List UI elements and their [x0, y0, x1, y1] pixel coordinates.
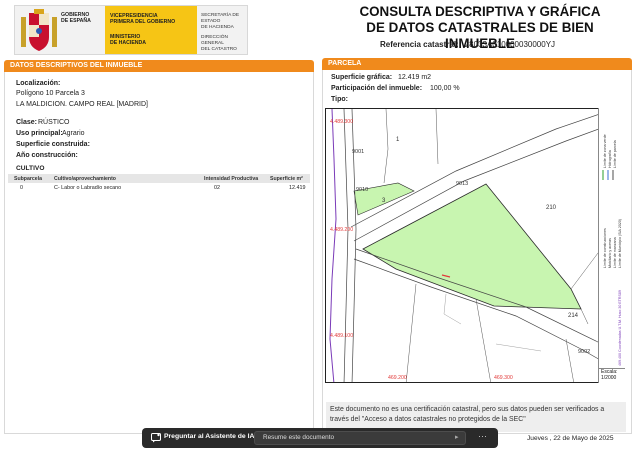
- cultivo-title: CULTIVO: [16, 165, 45, 172]
- parcel-number-1: 1: [396, 137, 400, 143]
- legend-item-parcela: Límite de parcela: [613, 140, 617, 168]
- superficie-grafica-label: Superficie gráfica:: [331, 74, 393, 81]
- localizacion-line1: Polígono 10 Parcela 3: [16, 90, 85, 97]
- cadastral-map[interactable]: 4.489.300 4.489.200 4.489.100 469.200 46…: [325, 108, 625, 383]
- parcel-number-210: 210: [546, 205, 557, 211]
- legend-item-coordenadas: 469.400 Coordenadas U.T.M. Huso 30 ETRS8…: [618, 290, 622, 366]
- clase-label: Clase:: [16, 119, 38, 126]
- legend-item-zona-verde: Límite de zona verde: [603, 134, 607, 168]
- section-parcela-header: PARCELA: [322, 58, 632, 70]
- coord-label-bottom-2: 469.300: [494, 375, 513, 381]
- legend-item-hidrografia: Hidrografía: [608, 150, 612, 168]
- coord-label-mid: 4.489.200: [330, 227, 353, 233]
- secretaria-label: SECRETARÍA DE ESTADO DE HACIENDA DIRECCI…: [201, 13, 240, 52]
- coat-of-arms-icon: [21, 9, 57, 51]
- legend-item-municipio: Límite de Municipio (SIA 2020): [618, 219, 622, 268]
- superficie-grafica-value: 12.419 m2: [398, 74, 432, 81]
- anio-construccion-label: Año construcción:: [16, 152, 78, 159]
- table-row: 0 C- Labor o Labradío secano 02 12.419: [8, 183, 310, 192]
- parcel-number-214: 214: [568, 313, 579, 319]
- map-drawing: 4.489.300 4.489.200 4.489.100 469.200 46…: [329, 109, 624, 382]
- cadastral-reference: Referencia catastral: 28033A010000030000Y…: [380, 40, 556, 49]
- map-legend: Límite de zona verde Hidrografía Límite …: [598, 108, 625, 370]
- gobierno-label: GOBIERNO DE ESPAÑA: [61, 12, 91, 25]
- coord-label-low: 4.489.100: [330, 333, 353, 339]
- legend-item-mobiliario: Mobiliario y aceras: [608, 238, 612, 268]
- col-cultivo: Cultivo/aprovechamiento: [54, 175, 116, 182]
- cell-subparcela: 0: [20, 184, 23, 191]
- superficie-construida-label: Superficie construida:: [16, 141, 90, 148]
- map-scale: Escala: 1/2000: [598, 368, 625, 383]
- parcel-number-9002: 9002: [578, 349, 590, 355]
- col-subparcela: Subparcela: [14, 175, 42, 182]
- localizacion-label: Localización:: [16, 80, 61, 87]
- parcel-number-9013: 9013: [456, 181, 468, 187]
- col-superficie: Superficie m²: [270, 175, 303, 182]
- more-options-icon[interactable]: ···: [478, 431, 487, 441]
- document-header: GOBIERNO DE ESPAÑA VICEPRESIDENCIA PRIME…: [0, 0, 640, 58]
- participacion-value: 100,00 %: [430, 85, 460, 92]
- col-intensidad: Intensidad Productiva: [204, 175, 259, 182]
- ai-assistant-bar[interactable]: Preguntar al Asistente de IA Resume este…: [142, 428, 498, 448]
- cultivo-table-header: Subparcela Cultivo/aprovechamiento Inten…: [8, 174, 310, 183]
- descriptive-panel: [4, 72, 314, 434]
- scale-value: 1/2000: [601, 375, 617, 381]
- coord-label-top: 4.489.300: [330, 119, 353, 125]
- parcel-number-9010: 9010: [356, 187, 368, 193]
- government-logo-block: GOBIERNO DE ESPAÑA VICEPRESIDENCIA PRIME…: [14, 5, 248, 55]
- legend-item-manzana: Límite de manzana: [613, 237, 617, 268]
- parcel-3-area: [362, 183, 582, 310]
- section-descriptive-header: DATOS DESCRIPTIVOS DEL INMUEBLE: [4, 60, 314, 72]
- clase-value: RÚSTICO: [38, 119, 70, 126]
- ai-assistant-icon: [151, 433, 161, 443]
- cadastral-reference-value: 28033A010000030000YJ: [464, 40, 556, 49]
- document-date: Jueves , 22 de Mayo de 2025: [527, 435, 614, 442]
- ministry-label-block: VICEPRESIDENCIA PRIMERA DEL GOBIERNO MIN…: [105, 6, 197, 54]
- participacion-label: Participación del inmueble:: [331, 85, 423, 92]
- ai-prompt-input[interactable]: Resume este documento: [254, 431, 466, 445]
- send-icon[interactable]: ▸: [455, 434, 463, 442]
- cell-intensidad: 02: [214, 184, 220, 191]
- uso-principal-value: Agrario: [62, 130, 85, 137]
- parcel-number-9001: 9001: [352, 149, 364, 155]
- cell-superficie: 12.419: [289, 184, 306, 191]
- ai-assistant-label[interactable]: Preguntar al Asistente de IA: [164, 433, 254, 440]
- legend-item-construcciones: Límite de construcciones: [603, 228, 607, 268]
- localizacion-line2: LA MALDICION. CAMPO REAL [MADRID]: [16, 101, 148, 108]
- uso-principal-label: Uso principal:: [16, 130, 63, 137]
- tipo-label: Tipo:: [331, 96, 348, 103]
- coord-label-bottom-1: 469.200: [388, 375, 407, 381]
- cell-cultivo: C- Labor o Labradío secano: [54, 184, 122, 191]
